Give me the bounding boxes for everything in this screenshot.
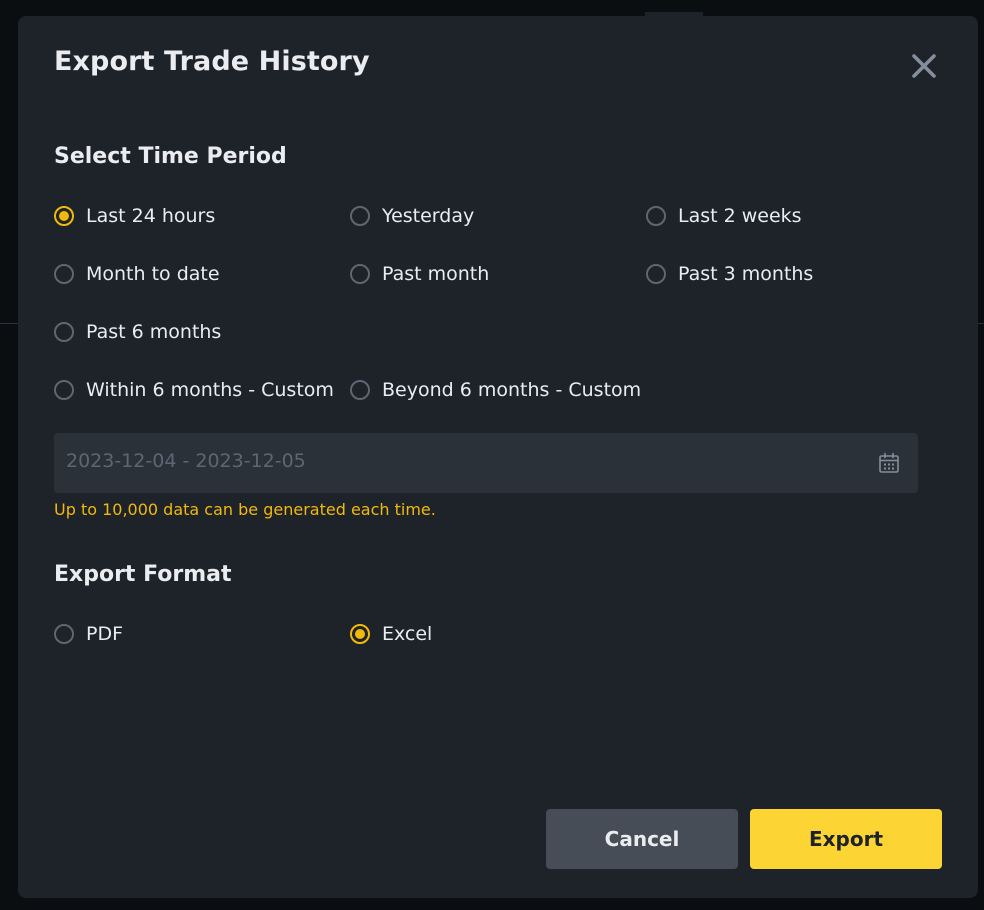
radio-label: Past month <box>382 263 490 285</box>
radio-unselected-indicator <box>54 264 74 284</box>
radio-unselected-indicator <box>54 624 74 644</box>
radio-last-24-hours[interactable]: Last 24 hours <box>54 201 215 231</box>
radio-unselected-indicator <box>646 264 666 284</box>
radio-unselected-indicator <box>350 264 370 284</box>
export-button[interactable]: Export <box>750 809 942 869</box>
date-range-input[interactable]: 2023-12-04 - 2023-12-05 <box>54 433 918 493</box>
radio-label: PDF <box>86 623 124 645</box>
radio-past-3-months[interactable]: Past 3 months <box>646 259 813 289</box>
time-period-heading: Select Time Period <box>54 144 287 169</box>
radio-label: Yesterday <box>382 205 475 227</box>
radio-past-month[interactable]: Past month <box>350 259 489 289</box>
radio-label: Beyond 6 months - Custom <box>382 379 642 401</box>
radio-beyond-6-months-custom[interactable]: Beyond 6 months - Custom <box>350 375 641 405</box>
radio-label: Last 2 weeks <box>678 205 802 227</box>
radio-unselected-indicator <box>350 380 370 400</box>
radio-yesterday[interactable]: Yesterday <box>350 201 474 231</box>
radio-within-6-months-custom[interactable]: Within 6 months - Custom <box>54 375 334 405</box>
radio-format-pdf[interactable]: PDF <box>54 619 123 649</box>
radio-label: Last 24 hours <box>86 205 216 227</box>
radio-label: Within 6 months - Custom <box>86 379 334 401</box>
export-format-heading: Export Format <box>54 562 232 587</box>
close-icon <box>912 54 936 78</box>
radio-format-excel[interactable]: Excel <box>350 619 432 649</box>
radio-label: Past 6 months <box>86 321 222 343</box>
calendar-icon[interactable] <box>877 451 901 475</box>
radio-label: Month to date <box>86 263 220 285</box>
radio-selected-indicator <box>54 206 74 226</box>
dialog-title: Export Trade History <box>54 46 370 77</box>
date-range-value: 2023-12-04 - 2023-12-05 <box>66 450 306 472</box>
close-button[interactable] <box>908 50 940 82</box>
radio-unselected-indicator <box>350 206 370 226</box>
cancel-button[interactable]: Cancel <box>546 809 738 869</box>
radio-unselected-indicator <box>54 380 74 400</box>
radio-month-to-date[interactable]: Month to date <box>54 259 220 289</box>
radio-selected-indicator <box>350 624 370 644</box>
radio-past-6-months[interactable]: Past 6 months <box>54 317 221 347</box>
radio-label: Excel <box>382 623 433 645</box>
radio-label: Past 3 months <box>678 263 814 285</box>
export-trade-history-dialog: Export Trade History Select Time Period … <box>18 16 978 898</box>
radio-unselected-indicator <box>54 322 74 342</box>
radio-last-2-weeks[interactable]: Last 2 weeks <box>646 201 802 231</box>
data-limit-notice: Up to 10,000 data can be generated each … <box>54 500 436 519</box>
radio-unselected-indicator <box>646 206 666 226</box>
